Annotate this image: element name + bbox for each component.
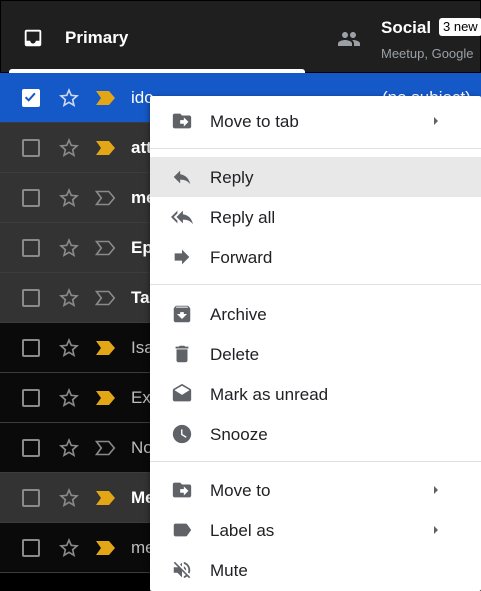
- reply-all-icon: [171, 210, 193, 225]
- star-icon[interactable]: [57, 386, 81, 410]
- inbox-tabs: Primary Social 3 new Meetup, Google: [0, 0, 481, 73]
- star-icon[interactable]: [57, 336, 81, 360]
- menu-item-archive[interactable]: Archive: [150, 294, 481, 334]
- important-marker-icon[interactable]: [95, 489, 117, 507]
- menu-item-delete[interactable]: Delete: [150, 334, 481, 374]
- people-icon: [338, 32, 360, 46]
- sender-name: att: [131, 138, 152, 157]
- tab-primary[interactable]: Primary: [9, 1, 305, 73]
- important-marker-icon[interactable]: [95, 439, 117, 457]
- important-marker-icon[interactable]: [95, 339, 117, 357]
- menu-label: Mute: [210, 561, 248, 580]
- tab-social[interactable]: Social 3 new Meetup, Google: [333, 1, 481, 73]
- menu-label: Forward: [210, 248, 273, 267]
- important-marker-icon[interactable]: [95, 539, 117, 557]
- menu-label: Mark as unread: [210, 385, 329, 404]
- chevron-right-icon: [434, 526, 438, 534]
- star-icon[interactable]: [57, 486, 81, 510]
- tab-primary-label: Primary: [65, 28, 129, 47]
- important-marker-icon[interactable]: [95, 289, 117, 307]
- chevron-right-icon: [434, 117, 438, 125]
- checkmark-icon: [24, 92, 36, 102]
- chevron-right-icon: [434, 486, 438, 494]
- star-icon[interactable]: [57, 236, 81, 260]
- menu-item-move-to-tab[interactable]: Move to tab: [150, 101, 481, 141]
- menu-label: Delete: [210, 345, 260, 364]
- menu-label: Move to tab: [210, 112, 299, 131]
- menu-item-snooze[interactable]: Snooze: [150, 414, 481, 454]
- star-icon[interactable]: [57, 536, 81, 560]
- important-marker-icon[interactable]: [95, 389, 117, 407]
- star-icon[interactable]: [57, 436, 81, 460]
- select-checkbox[interactable]: [22, 139, 40, 157]
- star-icon[interactable]: [57, 286, 81, 310]
- menu-label: Snooze: [210, 425, 268, 444]
- move-to-icon: [172, 482, 192, 498]
- select-checkbox[interactable]: [22, 339, 40, 357]
- menu-divider: [150, 284, 481, 285]
- sender-name: Ta: [131, 288, 150, 307]
- menu-label: Reply: [210, 168, 254, 187]
- menu-item-mute[interactable]: Mute: [150, 550, 481, 590]
- new-count-badge: 3 new: [439, 18, 481, 36]
- select-checkbox[interactable]: [22, 239, 40, 257]
- star-icon[interactable]: [57, 86, 81, 110]
- reply-icon: [173, 170, 191, 185]
- tab-social-preview: Meetup, Google: [381, 46, 474, 61]
- sender-name: Ex: [131, 388, 151, 407]
- trash-icon: [175, 345, 189, 363]
- tab-social-label: Social: [381, 18, 432, 37]
- important-marker-icon[interactable]: [95, 189, 117, 207]
- menu-item-move-to[interactable]: Move to: [150, 470, 481, 510]
- menu-item-mark-unread[interactable]: Mark as unread: [150, 374, 481, 414]
- select-checkbox[interactable]: [22, 439, 40, 457]
- select-checkbox[interactable]: [22, 489, 40, 507]
- menu-label: Reply all: [210, 208, 276, 227]
- select-checkbox[interactable]: [22, 539, 40, 557]
- archive-icon: [173, 305, 191, 323]
- star-icon[interactable]: [57, 136, 81, 160]
- select-checkbox[interactable]: [22, 389, 40, 407]
- important-marker-icon[interactable]: [95, 139, 117, 157]
- menu-item-forward[interactable]: Forward: [150, 237, 481, 277]
- star-icon[interactable]: [57, 186, 81, 210]
- menu-divider: [150, 461, 481, 462]
- menu-label: Move to: [210, 481, 271, 500]
- important-marker-icon[interactable]: [95, 89, 117, 107]
- menu-item-label-as[interactable]: Label as: [150, 510, 481, 550]
- menu-divider: [150, 148, 481, 149]
- menu-item-reply[interactable]: Reply: [150, 157, 481, 197]
- menu-item-reply-all[interactable]: Reply all: [150, 197, 481, 237]
- forward-arrow-icon: [174, 249, 190, 265]
- menu-label: Label as: [210, 521, 275, 540]
- important-marker-icon[interactable]: [95, 239, 117, 257]
- inbox-icon: [24, 29, 42, 47]
- mark-unread-icon: [172, 383, 192, 402]
- label-icon: [173, 523, 192, 537]
- clock-icon: [172, 424, 192, 444]
- move-to-tab-icon: [172, 113, 192, 129]
- menu-label: Archive: [210, 305, 267, 324]
- mute-icon: [173, 561, 191, 579]
- select-checkbox[interactable]: [22, 189, 40, 207]
- select-checkbox[interactable]: [22, 89, 40, 107]
- select-checkbox[interactable]: [22, 289, 40, 307]
- context-menu: Move to tab Reply Reply all Forward Arch…: [150, 96, 481, 591]
